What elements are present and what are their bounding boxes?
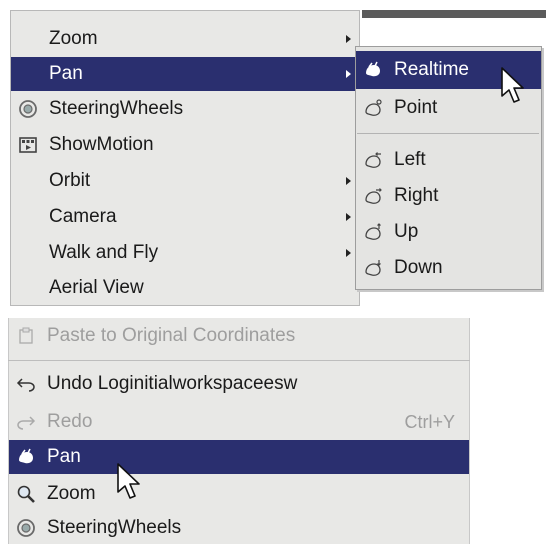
menu-item-label: Aerial View	[49, 277, 144, 298]
menu-item-label: Camera	[49, 206, 117, 227]
pan-right-icon	[362, 185, 384, 207]
menu-item-zoom[interactable]: Zoom	[11, 21, 359, 57]
menu-item-undo[interactable]: Undo Loginitialworkspaceesw	[9, 366, 469, 402]
menu-item-steeringwheels[interactable]: SteeringWheels	[11, 91, 359, 127]
submenu-item-label: Left	[394, 149, 426, 170]
menu-item-pan[interactable]: Pan	[9, 440, 469, 474]
menu-item-label: Pan	[47, 446, 81, 467]
pan-down-icon	[362, 257, 384, 279]
showmotion-icon	[17, 134, 39, 156]
submenu-arrow-icon	[346, 249, 351, 257]
menu-item-pan[interactable]: Pan	[11, 57, 359, 91]
menu-item-paste-original-coordinates[interactable]: Paste to Original Coordinates	[9, 318, 469, 354]
submenu-item-label: Point	[394, 97, 438, 118]
submenu-item-label: Up	[394, 221, 419, 242]
steering-wheel-icon	[15, 517, 37, 539]
paste-icon	[15, 325, 37, 347]
redo-shortcut: Ctrl+Y	[404, 411, 455, 432]
pan-hand-icon	[15, 446, 37, 468]
view-menu: Zoom Pan SteeringWheels ShowMotion Orbit…	[10, 10, 360, 306]
submenu-arrow-icon	[346, 177, 351, 185]
menu-item-label: ShowMotion	[49, 134, 154, 155]
submenu-item-label: Down	[394, 257, 443, 278]
menu-item-zoom[interactable]: Zoom	[9, 476, 469, 512]
menu-item-walk-and-fly[interactable]: Walk and Fly	[11, 235, 359, 271]
menu-item-label: Walk and Fly	[49, 242, 159, 263]
menu-item-label: Undo Loginitialworkspaceesw	[47, 373, 298, 394]
pan-hand-icon	[362, 59, 384, 81]
pan-left-icon	[362, 149, 384, 171]
menu-item-camera[interactable]: Camera	[11, 199, 359, 235]
menu-item-aerial-view[interactable]: Aerial View	[11, 271, 359, 305]
submenu-item-label: Right	[394, 185, 439, 206]
menu-item-label: Pan	[49, 63, 83, 84]
menu-item-label: SteeringWheels	[49, 98, 184, 119]
submenu-item-up[interactable]: Up	[356, 214, 541, 250]
steering-wheel-icon	[17, 98, 39, 120]
context-menu: Paste to Original Coordinates Undo Login…	[8, 318, 470, 544]
submenu-item-label: Realtime	[394, 59, 469, 80]
submenu-arrow-icon	[346, 213, 351, 221]
menu-item-label: Paste to Original Coordinates	[47, 325, 296, 346]
submenu-arrow-icon	[346, 35, 351, 43]
submenu-separator	[357, 133, 539, 134]
magnifier-icon	[15, 483, 37, 505]
redo-icon	[15, 411, 37, 433]
menu-item-showmotion[interactable]: ShowMotion	[11, 127, 359, 163]
menu-item-label: SteeringWheels	[47, 517, 182, 538]
undo-icon	[15, 373, 37, 395]
menu-item-label: Orbit	[49, 170, 91, 191]
background-bar	[362, 10, 546, 18]
context-menu-separator	[8, 360, 470, 361]
submenu-item-right[interactable]: Right	[356, 178, 541, 214]
submenu-arrow-icon	[346, 70, 351, 78]
menu-item-label: Zoom	[47, 483, 96, 504]
pan-point-icon	[362, 97, 384, 119]
menu-item-orbit[interactable]: Orbit	[11, 163, 359, 199]
pan-up-icon	[362, 221, 384, 243]
mouse-pointer-icon	[117, 463, 140, 499]
menu-item-label: Redo	[47, 411, 93, 432]
submenu-item-down[interactable]: Down	[356, 250, 541, 286]
mouse-pointer-icon	[501, 67, 524, 103]
menu-item-steeringwheels[interactable]: SteeringWheels	[9, 512, 469, 544]
submenu-item-left[interactable]: Left	[356, 142, 541, 178]
menu-item-label: Zoom	[49, 28, 98, 49]
menu-item-redo[interactable]: Redo Ctrl+Y	[9, 404, 469, 440]
